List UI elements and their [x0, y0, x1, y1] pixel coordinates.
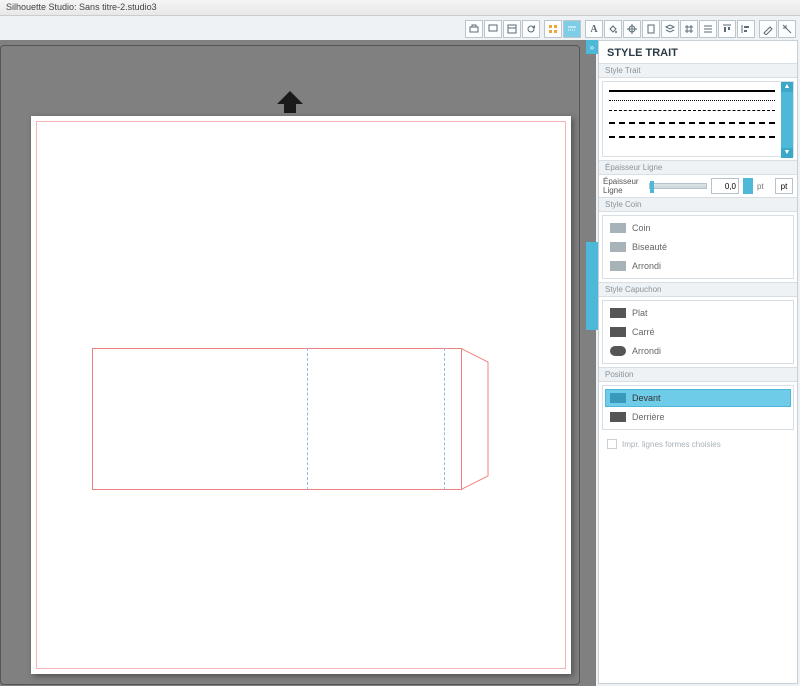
- cap-square-icon: [610, 327, 626, 337]
- tool-grid2-icon[interactable]: [680, 20, 698, 38]
- envelope-fold-line: [444, 348, 445, 490]
- tool-fill-icon[interactable]: [604, 20, 622, 38]
- canvas-area: [0, 40, 596, 686]
- print-lines-label: Impr. lignes formes choisies: [622, 440, 721, 449]
- position-option-front[interactable]: Devant: [605, 389, 791, 407]
- tool-printer-icon[interactable]: [465, 20, 483, 38]
- tool-registration-icon[interactable]: [623, 20, 641, 38]
- cap-option-square[interactable]: Carré: [605, 323, 791, 341]
- position-front-icon: [610, 393, 626, 403]
- feed-arrow-icon: [277, 91, 303, 118]
- corner-round-icon: [610, 261, 626, 271]
- print-lines-checkbox[interactable]: [607, 439, 617, 449]
- section-header: Style Capuchon: [599, 283, 797, 297]
- option-label: Biseauté: [632, 242, 667, 252]
- option-label: Devant: [632, 393, 661, 403]
- cap-option-round[interactable]: Arrondi: [605, 342, 791, 360]
- line-style-list[interactable]: ▲▼: [602, 81, 794, 157]
- corner-option-coin[interactable]: Coin: [605, 219, 791, 237]
- option-label: Coin: [632, 223, 651, 233]
- tool-grid-icon[interactable]: [544, 20, 562, 38]
- corner-option-bevel[interactable]: Biseauté: [605, 238, 791, 256]
- panel-title: STYLE TRAIT: [599, 41, 797, 63]
- section-header: Style Trait: [599, 64, 797, 78]
- envelope-body: [92, 348, 462, 490]
- thickness-input[interactable]: [711, 178, 739, 194]
- tool-replicate-icon[interactable]: [699, 20, 717, 38]
- section-header: Position: [599, 368, 797, 382]
- section-style-trait: Style Trait ▲▼: [599, 63, 797, 157]
- section-cap: Style Capuchon Plat Carré Arrondi: [599, 282, 797, 364]
- scroll-up-icon[interactable]: ▲: [781, 82, 793, 92]
- tool-window-icon[interactable]: [503, 20, 521, 38]
- slider-thumb[interactable]: [650, 181, 654, 193]
- line-style-dashed-med[interactable]: [609, 122, 775, 124]
- top-toolbar: A: [462, 18, 798, 40]
- line-style-dotted[interactable]: [609, 100, 775, 101]
- option-label: Plat: [632, 308, 648, 318]
- tool-page-icon[interactable]: [642, 20, 660, 38]
- section-header: Style Coin: [599, 198, 797, 212]
- tool-line-style-icon[interactable]: [563, 20, 581, 38]
- line-style-dashed-large[interactable]: [609, 136, 775, 138]
- envelope-shape[interactable]: [92, 348, 494, 490]
- section-position: Position Devant Derrière: [599, 367, 797, 430]
- tool-layers-icon[interactable]: [661, 20, 679, 38]
- section-corner: Style Coin Coin Biseauté Arrondi: [599, 197, 797, 279]
- section-thickness: Épaisseur Ligne Épaisseur Ligne pt pt: [599, 160, 797, 197]
- spinner-icon[interactable]: [743, 178, 753, 194]
- position-back-icon: [610, 412, 626, 422]
- thickness-label: Épaisseur Ligne: [603, 177, 645, 195]
- cap-round-icon: [610, 346, 626, 356]
- tool-sketch-icon[interactable]: [759, 20, 777, 38]
- thickness-unit: pt: [757, 182, 771, 191]
- tool-align-top-icon[interactable]: [718, 20, 736, 38]
- tool-align-left-icon[interactable]: [737, 20, 755, 38]
- line-style-dashed-small[interactable]: [609, 110, 775, 111]
- envelope-flap: [460, 348, 494, 490]
- scrollbar[interactable]: ▲▼: [781, 82, 793, 158]
- option-label: Derrière: [632, 412, 665, 422]
- scroll-down-icon[interactable]: ▼: [781, 148, 793, 158]
- thickness-slider[interactable]: [649, 183, 707, 189]
- panel-collapse-icon[interactable]: »: [586, 40, 598, 54]
- cap-flat-icon: [610, 308, 626, 318]
- unit-toggle-button[interactable]: pt: [775, 178, 793, 194]
- tool-refresh-icon[interactable]: [522, 20, 540, 38]
- print-lines-row[interactable]: Impr. lignes formes choisies: [599, 433, 797, 455]
- vertical-scrollbar[interactable]: [586, 242, 598, 330]
- line-style-solid[interactable]: [609, 90, 775, 92]
- cap-option-flat[interactable]: Plat: [605, 304, 791, 322]
- style-panel: STYLE TRAIT Style Trait ▲▼ Épaisseur Lig…: [598, 40, 798, 684]
- option-label: Carré: [632, 327, 655, 337]
- option-label: Arrondi: [632, 261, 661, 271]
- position-option-back[interactable]: Derrière: [605, 408, 791, 426]
- option-label: Arrondi: [632, 346, 661, 356]
- tool-monitor-icon[interactable]: [484, 20, 502, 38]
- section-header: Épaisseur Ligne: [599, 161, 797, 175]
- corner-miter-icon: [610, 223, 626, 233]
- tool-knife-icon[interactable]: [778, 20, 796, 38]
- corner-option-round[interactable]: Arrondi: [605, 257, 791, 275]
- window-titlebar: Silhouette Studio: Sans titre-2.studio3: [0, 0, 800, 16]
- corner-bevel-icon: [610, 242, 626, 252]
- envelope-fold-line: [307, 348, 308, 490]
- tool-text-icon[interactable]: A: [585, 20, 603, 38]
